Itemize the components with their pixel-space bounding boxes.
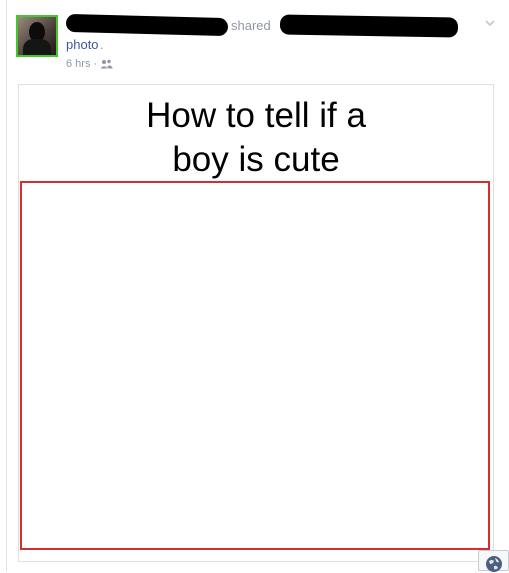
feed-column-border <box>6 0 7 571</box>
friends-icon[interactable] <box>100 59 113 69</box>
empty-red-frame <box>20 181 490 550</box>
chevron-down-icon[interactable] <box>483 16 497 30</box>
shared-verb-text: shared <box>231 18 271 33</box>
photo-link-period: . <box>100 37 104 52</box>
photo-link[interactable]: photo <box>66 37 99 52</box>
profile-avatar[interactable] <box>16 15 58 57</box>
redacted-original-poster <box>279 14 459 38</box>
post-meta: 6 hrs · <box>66 58 113 70</box>
meta-separator: · <box>93 58 98 70</box>
caption-line-2: boy is cute <box>172 140 340 179</box>
post-timestamp[interactable]: 6 hrs <box>66 58 90 70</box>
image-caption: How to tell if a boy is cute <box>18 94 494 182</box>
globe-icon <box>486 556 502 572</box>
caption-line-1: How to tell if a <box>146 96 366 135</box>
redacted-author-name <box>65 13 229 37</box>
corner-button[interactable] <box>478 550 509 572</box>
